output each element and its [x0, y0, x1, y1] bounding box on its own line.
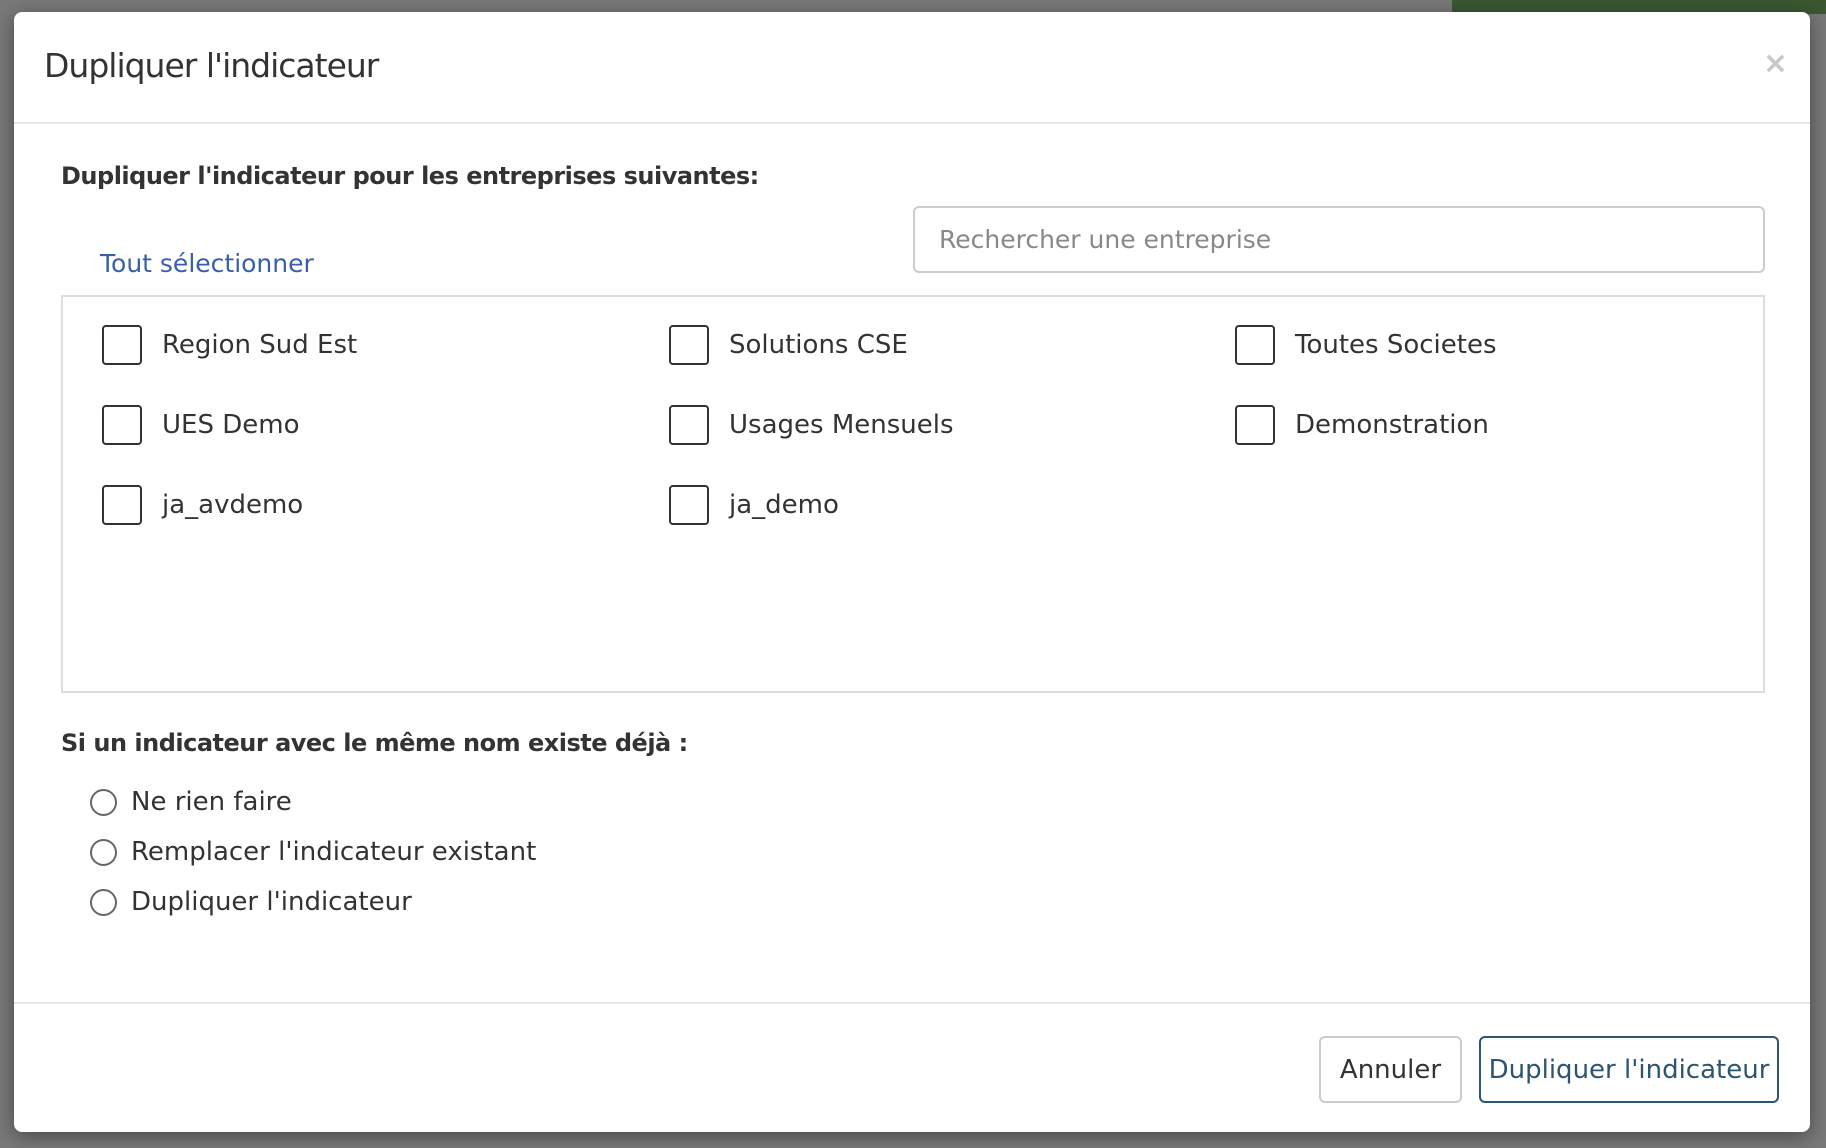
checkbox-icon[interactable]: [669, 485, 709, 525]
radio-label: Dupliquer l'indicateur: [131, 887, 412, 917]
select-all-link[interactable]: Tout sélectionner: [100, 249, 314, 278]
company-checkbox[interactable]: Usages Mensuels: [669, 405, 954, 445]
company-label: Region Sud Est: [162, 330, 358, 360]
company-checkbox[interactable]: Demonstration: [1235, 405, 1489, 445]
checkbox-icon[interactable]: [102, 485, 142, 525]
company-label: ja_avdemo: [162, 490, 304, 520]
checkbox-icon[interactable]: [669, 405, 709, 445]
company-checkbox[interactable]: Region Sud Est: [102, 325, 357, 365]
company-label: Toutes Societes: [1295, 330, 1497, 360]
company-search-input[interactable]: [913, 206, 1765, 273]
radio-icon[interactable]: [90, 838, 117, 866]
radio-replace[interactable]: Remplacer l'indicateur existant: [90, 837, 536, 867]
checkbox-icon[interactable]: [102, 325, 142, 365]
company-label: Demonstration: [1295, 410, 1489, 440]
close-icon[interactable]: ×: [1763, 46, 1788, 81]
radio-label: Ne rien faire: [131, 787, 292, 817]
modal-footer-divider: [14, 1002, 1810, 1004]
company-checkbox[interactable]: UES Demo: [102, 405, 299, 445]
radio-icon[interactable]: [90, 888, 117, 916]
company-checkbox[interactable]: ja_avdemo: [102, 485, 303, 525]
radio-do-nothing[interactable]: Ne rien faire: [90, 787, 292, 817]
company-checkbox[interactable]: Solutions CSE: [669, 325, 908, 365]
conflict-heading: Si un indicateur avec le même nom existe…: [61, 729, 688, 757]
company-label: UES Demo: [162, 410, 300, 440]
company-label: ja_demo: [729, 490, 839, 520]
companies-heading: Dupliquer l'indicateur pour les entrepri…: [61, 162, 759, 190]
company-label: Usages Mensuels: [729, 410, 954, 440]
checkbox-icon[interactable]: [102, 405, 142, 445]
radio-icon[interactable]: [90, 788, 117, 816]
company-label: Solutions CSE: [729, 330, 908, 360]
company-checkbox[interactable]: ja_demo: [669, 485, 839, 525]
radio-duplicate[interactable]: Dupliquer l'indicateur: [90, 887, 412, 917]
duplicate-indicator-modal: Dupliquer l'indicateur × Dupliquer l'ind…: [14, 12, 1810, 1132]
modal-header: Dupliquer l'indicateur ×: [14, 12, 1810, 124]
checkbox-icon[interactable]: [1235, 325, 1275, 365]
cancel-button[interactable]: Annuler: [1319, 1036, 1462, 1103]
radio-label: Remplacer l'indicateur existant: [131, 837, 537, 867]
company-list: Region Sud Est Solutions CSE Toutes Soci…: [61, 295, 1765, 693]
company-checkbox[interactable]: Toutes Societes: [1235, 325, 1497, 365]
checkbox-icon[interactable]: [1235, 405, 1275, 445]
checkbox-icon[interactable]: [669, 325, 709, 365]
modal-title: Dupliquer l'indicateur: [44, 46, 379, 85]
duplicate-button[interactable]: Dupliquer l'indicateur: [1479, 1036, 1779, 1103]
